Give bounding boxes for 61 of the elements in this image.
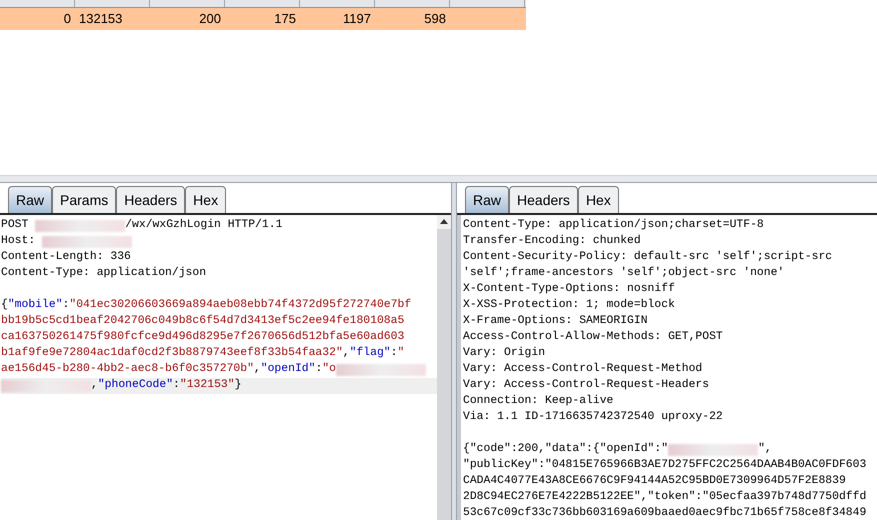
code-text: : [173,378,180,394]
vertical-scrollbar[interactable] [457,215,461,520]
code-text: Content-Type: application/json [1,266,206,282]
code-text: ca163750261475f980fcfce9d496d8295e7f2670656d512bfa5e60ad603 [1,330,404,346]
code-text: , [342,346,350,362]
code-text: , [91,378,98,394]
code-text: "041ec30206603669a894aeb08ebb74f4372d95f272740e7bf [69,298,412,314]
code-text: "flag" [350,346,391,362]
tab[interactable]: Headers [116,186,186,213]
tab[interactable]: Headers [509,186,578,213]
code-text: "132153" [180,378,235,394]
code-text: 53c67c09cf33c736bb603169a609baaed0aec9fbc71b65f758ce8f34849 [463,506,866,520]
tab[interactable]: Raw [8,186,52,213]
code-text: Connection: Keep-alive [463,394,614,410]
code-text: Transfer-Encoding: chunked [463,234,641,250]
code-text: CADA4C4077E43A8CE6676C9F94144A52C95BD0E7309964D57F2E8839 [463,474,846,490]
code-text: "publicKey":"04815E765966B3AE7D275FFC2C2564DAAB4B0AC0FDF603 [463,458,866,474]
code-text: Vary: Origin [463,346,546,362]
code-text: "mobile" [8,298,63,314]
code-text: 2D8C94EC276E7E4222B5122EE","token":"05ecfaa397b748d7750dffd [463,490,866,506]
code-text: : [62,298,70,314]
table-cell-text: 598 [423,10,447,28]
code-text: /wx/wxGzhLogin HTTP/1.1 [125,218,282,234]
table-cell-text: 1197 [342,10,372,28]
code-text: X-Frame-Options: SAMEORIGIN [463,314,648,330]
tab[interactable]: Hex [578,186,619,213]
table-row[interactable]: 0 132153 200 175 1197 598 [0,8,526,30]
code-text: 'self';frame-ancestors 'self';object-src 'none' [463,266,784,282]
tab[interactable]: Raw [465,186,510,213]
vertical-scrollbar[interactable] [437,215,451,520]
table-cell-text: 200 [198,10,222,28]
code-text: bb19b5c5cd1beaf2042706c049b8c6f54d7d3413ef5c2ee94fe180108a5 [1,314,404,330]
code-text: Host: [1,234,36,250]
code-text: Vary: Access-Control-Request-Method [463,362,702,378]
code-text: : [390,346,398,362]
code-text: {"code":200,"data":{"openId":" [463,442,668,458]
table-cell-text: 132153 [78,10,124,28]
tab[interactable]: Params [52,186,116,213]
code-text: "openId" [260,362,316,378]
code-text: Content-Security-Policy: default-src 'self';script-src [463,250,832,266]
code-text: Access-Control-Allow-Methods: GET,POST [463,330,723,346]
code-text: X-Content-Type-Options: nosniff [463,282,675,298]
code-text: ", [758,442,772,458]
code-text: } [234,378,242,394]
code-text: Vary: Access-Control-Request-Headers [463,378,710,394]
code-text: POST [1,218,30,234]
code-text: " [397,346,404,362]
code-text: "o [322,362,336,378]
code-text: "phoneCode" [98,378,174,394]
code-text: { [1,298,8,314]
table-cell-text: 0 [62,10,72,28]
code-text: b1af9fe9e72804ac1daf0cd2f3b8879743eef8f33b54faa32" [1,346,343,362]
code-text: X-XSS-Protection: 1; mode=block [463,298,675,314]
code-text: Content-Type: application/json;charset=UTF-8 [463,218,764,234]
code-text: Via: 1.1 ID-1716635742372540 uproxy-22 [463,410,723,426]
code-text: Content-Length: 336 [1,250,131,266]
code-text: ae156d45-b280-4bb2-aec8-b6f0c357270b" [1,362,254,378]
table-cell-text: 175 [273,10,297,28]
code-text: : [315,362,322,378]
code-text: , [254,362,261,378]
tab[interactable]: Hex [185,186,226,213]
